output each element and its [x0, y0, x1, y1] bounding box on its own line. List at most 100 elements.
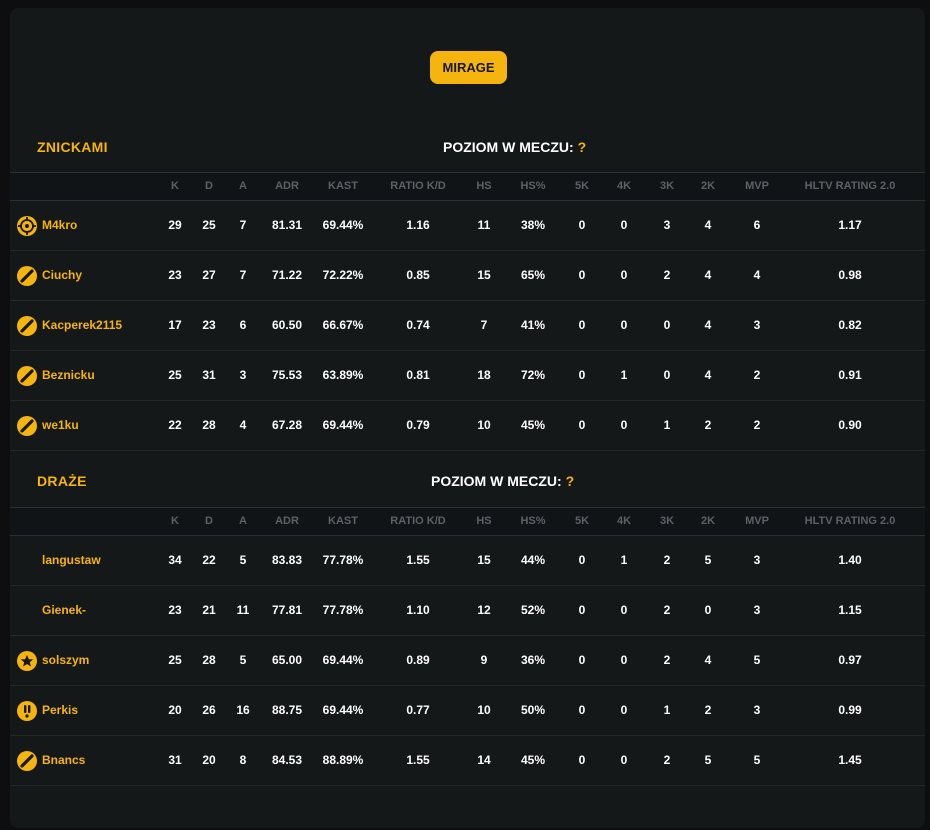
column-header[interactable]: ADR: [275, 508, 299, 535]
match-level-value[interactable]: ?: [566, 473, 575, 489]
stat-cell: 11: [236, 603, 250, 617]
stat-cell: 0: [578, 753, 586, 767]
stat-cell: 2: [753, 368, 761, 382]
stat-cell: 0.74: [406, 318, 430, 332]
player-name[interactable]: Perkis: [42, 686, 78, 735]
stat-cell: 69.44%: [322, 703, 364, 717]
column-header[interactable]: K: [171, 173, 179, 200]
column-header[interactable]: 3K: [660, 173, 674, 200]
column-header[interactable]: RATIO K/D: [390, 173, 445, 200]
stat-cell: 12: [477, 603, 491, 617]
column-header[interactable]: 4K: [617, 508, 631, 535]
stat-cell: 0.79: [406, 418, 430, 432]
stat-cell: 0.97: [838, 653, 862, 667]
stat-cell: 45%: [520, 753, 546, 767]
player-name[interactable]: Beznicku: [42, 351, 95, 400]
match-level-value[interactable]: ?: [578, 139, 587, 155]
star-icon: [17, 651, 37, 671]
player-name[interactable]: solszym: [42, 636, 89, 685]
stat-cell: 63.89%: [322, 368, 364, 382]
slash-icon: [17, 751, 37, 771]
stat-cell: 7: [239, 268, 247, 282]
player-name[interactable]: langustaw: [42, 536, 101, 585]
stat-cell: 75.53: [271, 368, 303, 382]
stat-cell: 0: [663, 368, 671, 382]
stat-cell: 2: [663, 553, 671, 567]
player-name[interactable]: Kacperek2115: [42, 301, 122, 350]
column-header[interactable]: RATIO K/D: [390, 508, 445, 535]
stat-cell: 2: [704, 418, 712, 432]
column-header[interactable]: ADR: [275, 173, 299, 200]
column-header[interactable]: HLTV RATING 2.0: [805, 508, 896, 535]
column-header[interactable]: 2K: [701, 508, 715, 535]
column-header[interactable]: HLTV RATING 2.0: [805, 173, 896, 200]
player-name[interactable]: Gienek-: [42, 586, 86, 635]
column-header[interactable]: HS: [476, 508, 491, 535]
player-name[interactable]: Bnancs: [42, 736, 85, 785]
column-header[interactable]: KAST: [328, 173, 358, 200]
column-header[interactable]: 5K: [575, 173, 589, 200]
column-header[interactable]: KAST: [328, 508, 358, 535]
player-row: langustaw 34 22 5 83.83 77.78% 1.55 15 44% 0 1 2 5 3 1…: [10, 536, 925, 586]
column-header[interactable]: 4K: [617, 173, 631, 200]
player-name[interactable]: Ciuchy: [42, 251, 82, 300]
stat-cell: 0: [620, 703, 628, 717]
column-header[interactable]: A: [239, 173, 247, 200]
stat-cell: 5: [704, 553, 712, 567]
stat-cell: 0: [620, 318, 628, 332]
stat-cell: 65.00: [271, 653, 303, 667]
stat-cell: 4: [704, 218, 712, 232]
stat-cell: 0: [578, 268, 586, 282]
player-row: we1ku 22 28 4 67.28 69.44% 0.79 10 45% 0 0 1 2 2 0.90: [10, 401, 925, 451]
column-header[interactable]: K: [171, 508, 179, 535]
stat-cell: 6: [239, 318, 247, 332]
stat-cell: 1.16: [406, 218, 430, 232]
stat-cell: 2: [663, 603, 671, 617]
player-row: M4kro 29 25 7 81.31 69.44% 1.16 11 38% 0 0 3 4 6 1.17: [10, 201, 925, 251]
stat-cell: 34: [168, 553, 182, 567]
column-header[interactable]: HS: [476, 173, 491, 200]
stat-cell: 69.44%: [322, 218, 364, 232]
column-header[interactable]: A: [239, 508, 247, 535]
column-header[interactable]: D: [205, 173, 213, 200]
stat-cell: 22: [168, 418, 182, 432]
map-button[interactable]: MIRAGE: [430, 51, 507, 84]
exclaim-icon: [17, 701, 37, 721]
column-header[interactable]: MVP: [745, 508, 769, 535]
column-header[interactable]: D: [205, 508, 213, 535]
stat-cell: 1.55: [406, 553, 430, 567]
slash-icon: [17, 266, 37, 286]
stat-cell: 65%: [520, 268, 546, 282]
table-header: K D A ADR KAST RATIO K/D HS HS% 5K 4K 3K 2K MVP HLTV …: [10, 172, 925, 201]
stat-cell: 72.22%: [322, 268, 364, 282]
column-header[interactable]: 5K: [575, 508, 589, 535]
player-name[interactable]: M4kro: [42, 201, 77, 250]
stat-cell: 31: [168, 753, 182, 767]
column-header[interactable]: HS%: [520, 173, 545, 200]
stat-cell: 15: [477, 268, 491, 282]
stat-cell: 0: [578, 653, 586, 667]
stat-cell: 5: [239, 553, 247, 567]
stat-cell: 31: [202, 368, 216, 382]
stat-cell: 0: [578, 703, 586, 717]
stat-cell: 0: [704, 603, 712, 617]
stat-cell: 41%: [520, 318, 546, 332]
stat-cell: 1.40: [838, 553, 862, 567]
stat-cell: 29: [168, 218, 182, 232]
stat-cell: 1.55: [406, 753, 430, 767]
column-header[interactable]: MVP: [745, 173, 769, 200]
column-header[interactable]: 3K: [660, 508, 674, 535]
column-header[interactable]: 2K: [701, 173, 715, 200]
stat-cell: 25: [168, 368, 182, 382]
stat-cell: 77.78%: [322, 553, 364, 567]
stat-cell: 5: [704, 753, 712, 767]
player-name[interactable]: we1ku: [42, 401, 79, 450]
stat-cell: 81.31: [271, 218, 303, 232]
stat-cell: 18: [477, 368, 491, 382]
stat-cell: 0.85: [406, 268, 430, 282]
stat-cell: 7: [239, 218, 247, 232]
stat-cell: 0: [620, 218, 628, 232]
column-header[interactable]: HS%: [520, 508, 545, 535]
stat-cell: 0: [578, 368, 586, 382]
player-row: Ciuchy 23 27 7 71.22 72.22% 0.85 15 65% 0 0 2 4 4 0.98: [10, 251, 925, 301]
